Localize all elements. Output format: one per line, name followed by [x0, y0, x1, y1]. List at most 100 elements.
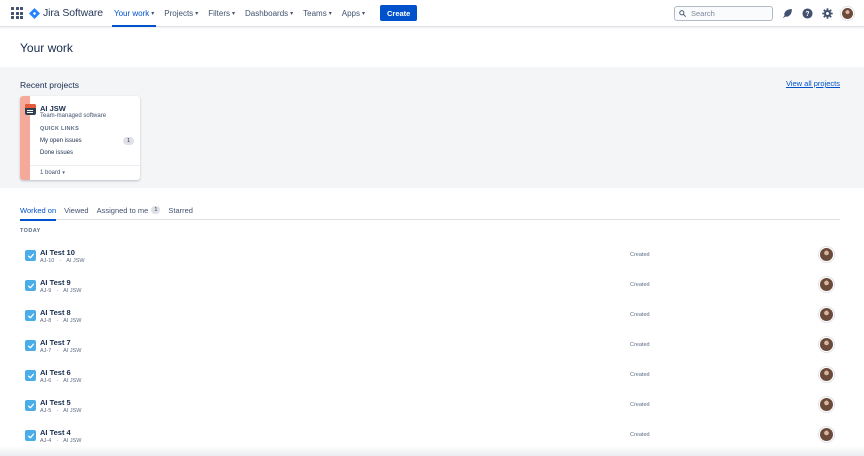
svg-text:?: ? [805, 11, 809, 18]
issue-activity-status: Created [630, 252, 650, 258]
assignee-avatar[interactable] [819, 247, 834, 262]
issue-key: AJ-6 [40, 378, 52, 384]
chevron-down-icon: ▾ [328, 10, 332, 17]
quick-link-my-open-issues[interactable]: My open issues 1 [40, 137, 134, 145]
assignee-avatar[interactable] [819, 397, 834, 412]
separator-dot: · [59, 258, 62, 264]
recent-projects-heading: Recent projects [20, 80, 80, 90]
top-navigation: Jira Software Your work ▾ Projects ▾ Filte… [0, 0, 864, 27]
issue-row[interactable]: AI Test 9 AJ-9 · AI JSW Created [20, 274, 844, 304]
issue-activity-status: Created [630, 432, 650, 438]
nav-apps[interactable]: Apps ▾ [337, 0, 370, 27]
task-type-icon [25, 280, 36, 291]
issue-activity-status: Created [630, 372, 650, 378]
tab-label: Worked on [20, 206, 57, 215]
profile-avatar[interactable] [841, 7, 854, 20]
issue-title[interactable]: AI Test 5 [40, 398, 71, 407]
chevron-down-icon: ▾ [231, 10, 235, 17]
quick-links-label: QUICK LINKS [40, 126, 80, 132]
issue-row[interactable]: AI Test 5 AJ-5 · AI JSW Created [20, 394, 844, 424]
nav-label: Projects [164, 8, 194, 18]
issue-row[interactable]: AI Test 10 AJ-10 · AI JSW Created [20, 244, 844, 274]
nav-your-work[interactable]: Your work ▾ [109, 0, 159, 27]
issue-project: AI JSW [63, 408, 82, 414]
help-icon[interactable]: ? [801, 8, 813, 20]
nav-projects[interactable]: Projects ▾ [159, 0, 203, 27]
issue-row[interactable]: AI Test 6 AJ-6 · AI JSW Created [20, 364, 844, 394]
quick-link-label: Done issues [40, 150, 74, 156]
chevron-down-icon: ▾ [151, 10, 155, 17]
separator-dot: · [56, 438, 59, 444]
tab-label: Viewed [64, 206, 89, 215]
issue-key: AJ-5 [40, 408, 52, 414]
tab-viewed[interactable]: Viewed [64, 206, 88, 220]
issue-activity-status: Created [630, 312, 650, 318]
chevron-down-icon: ▾ [290, 10, 294, 17]
project-card[interactable]: AI JSW Team-managed software QUICK LINKS… [20, 96, 140, 180]
tab-label: Assigned to me [96, 206, 149, 215]
issue-title[interactable]: AI Test 4 [40, 428, 71, 437]
assignee-avatar[interactable] [819, 307, 834, 322]
issue-project: AI JSW [63, 348, 82, 354]
work-tabs: Worked on Viewed Assigned to me 1 Starre… [20, 206, 840, 221]
boards-dropdown[interactable]: 1 board ▾ [30, 165, 140, 180]
search-input[interactable] [691, 9, 771, 18]
issue-title[interactable]: AI Test 6 [40, 368, 71, 377]
nav-label: Dashboards [245, 8, 289, 18]
today-group-label: TODAY [20, 228, 41, 234]
task-type-icon [25, 370, 36, 381]
assignee-avatar[interactable] [819, 427, 834, 442]
issue-meta: AJ-10 · AI JSW [40, 258, 85, 264]
tab-assigned-to-me[interactable]: Assigned to me 1 [97, 206, 161, 220]
search-box[interactable] [674, 6, 773, 21]
assigned-count-badge: 1 [151, 206, 161, 214]
tab-worked-on[interactable]: Worked on [20, 206, 57, 221]
assignee-avatar[interactable] [819, 277, 834, 292]
nav-filters[interactable]: Filters ▾ [203, 0, 240, 27]
nav-dashboards[interactable]: Dashboards ▾ [240, 0, 298, 27]
issue-key: AJ-10 [40, 258, 55, 264]
assignee-avatar[interactable] [819, 367, 834, 382]
create-button[interactable]: Create [379, 5, 418, 21]
nav-label: Your work [113, 8, 150, 18]
separator-dot: · [56, 318, 59, 324]
nav-label: Filters [208, 8, 230, 18]
issue-title[interactable]: AI Test 8 [40, 308, 71, 317]
nav-label: Apps [341, 8, 360, 18]
issue-count-badge: 1 [122, 137, 134, 145]
issue-title[interactable]: AI Test 9 [40, 278, 71, 287]
nav-right-group: ? [674, 0, 854, 27]
tab-starred[interactable]: Starred [168, 206, 193, 220]
settings-icon[interactable] [821, 8, 833, 20]
assignee-avatar[interactable] [819, 337, 834, 352]
page-title: Your work [20, 41, 73, 55]
issue-project: AI JSW [63, 318, 82, 324]
issue-project: AI JSW [63, 378, 82, 384]
issue-row[interactable]: AI Test 7 AJ-7 · AI JSW Created [20, 334, 844, 364]
bottom-fade [0, 446, 864, 456]
issue-project: AI JSW [66, 258, 85, 264]
issue-key: AJ-7 [40, 348, 52, 354]
boards-label: 1 board [40, 170, 61, 176]
issue-project: AI JSW [63, 288, 82, 294]
issue-title[interactable]: AI Test 10 [40, 248, 75, 257]
tab-label: Starred [168, 206, 193, 215]
quick-link-label: My open issues [40, 138, 82, 144]
issue-key: AJ-4 [40, 438, 52, 444]
nav-teams[interactable]: Teams ▾ [298, 0, 337, 27]
notifications-icon[interactable] [781, 8, 793, 20]
project-name[interactable]: AI JSW [40, 104, 66, 113]
separator-dot: · [56, 348, 59, 354]
project-avatar-icon [25, 104, 36, 115]
issue-key: AJ-8 [40, 318, 52, 324]
task-type-icon [25, 310, 36, 321]
issue-row[interactable]: AI Test 8 AJ-8 · AI JSW Created [20, 304, 844, 334]
issue-project: AI JSW [63, 438, 82, 444]
app-switcher-icon[interactable] [10, 6, 24, 20]
quick-link-done-issues[interactable]: Done issues [40, 150, 134, 156]
jira-logo[interactable]: Jira Software [29, 7, 103, 19]
task-type-icon [25, 400, 36, 411]
view-all-projects-link[interactable]: View all projects [786, 79, 840, 88]
separator-dot: · [56, 288, 59, 294]
issue-title[interactable]: AI Test 7 [40, 338, 71, 347]
